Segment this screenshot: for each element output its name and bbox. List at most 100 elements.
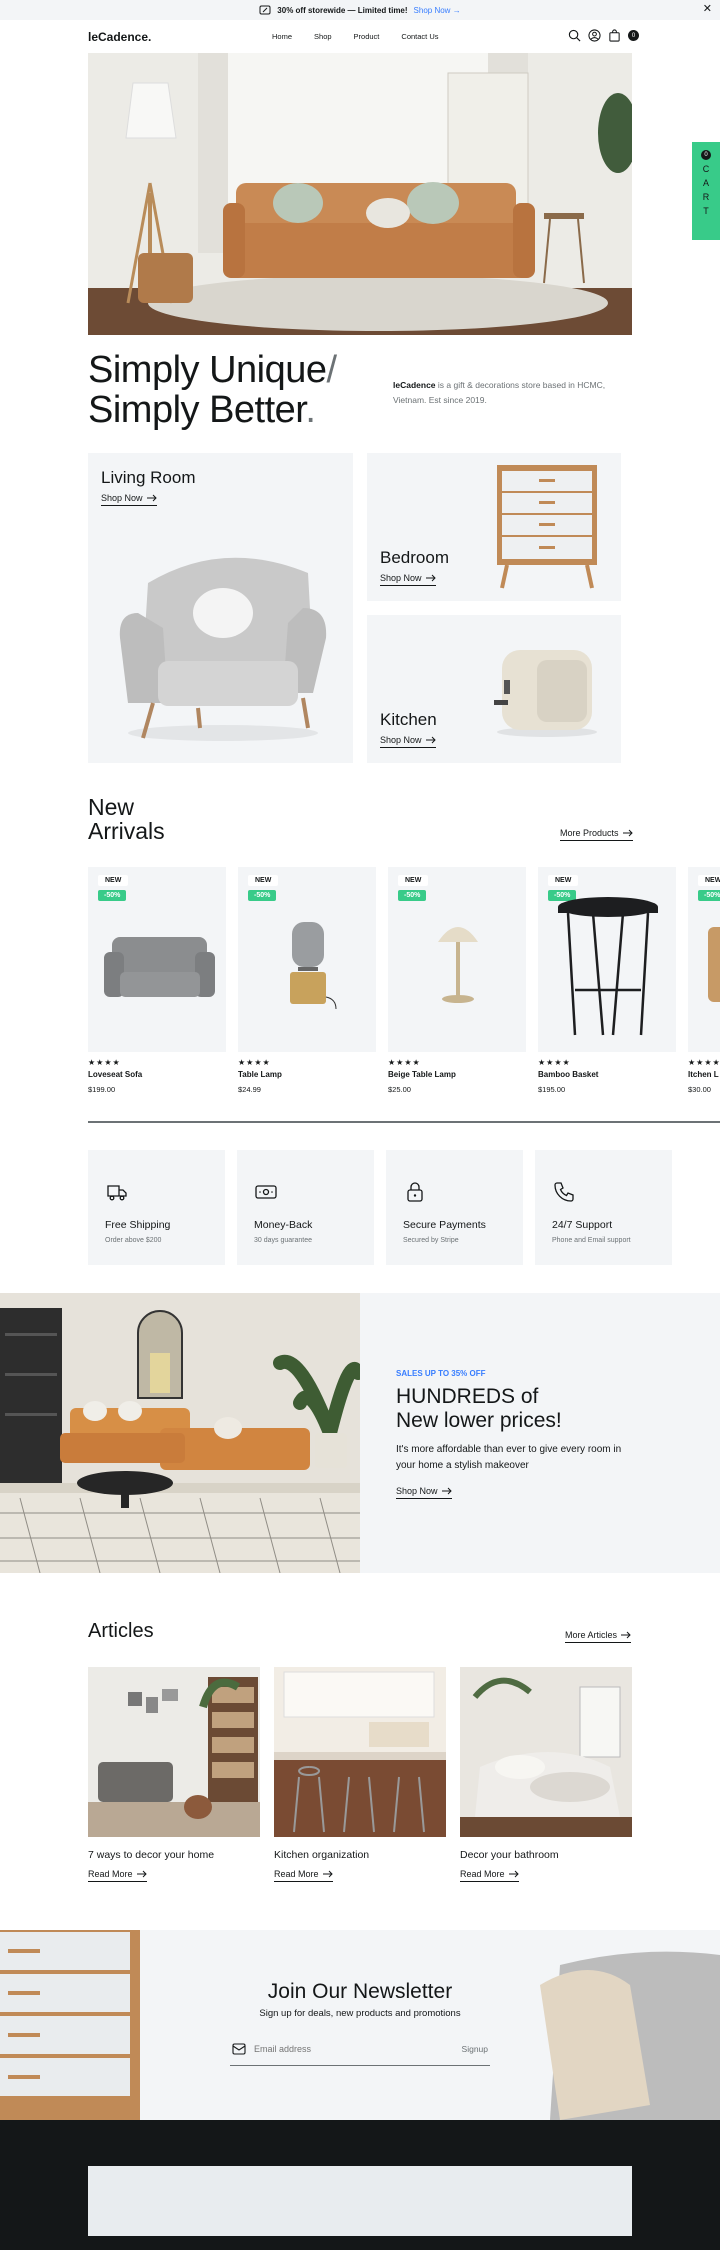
promo-shop-link[interactable]: Shop Now — [396, 1486, 452, 1499]
product-price: $24.99 — [238, 1085, 261, 1094]
category-title: Kitchen — [380, 710, 437, 729]
product-image: NEW -50% — [538, 867, 676, 1052]
product-name[interactable]: Loveseat Sofa — [88, 1070, 226, 1079]
headline-line-1: Simply Unique — [88, 349, 327, 391]
mail-icon — [232, 2043, 246, 2055]
read-more-link[interactable]: Read More — [460, 1869, 519, 1882]
more-products-link[interactable]: More Products — [560, 828, 633, 841]
promo-bar: 30% off storewide — Limited time! Shop N… — [0, 0, 720, 20]
feature-sub: Order above $200 — [105, 1237, 162, 1244]
rating-stars: ★★★★ — [688, 1058, 720, 1067]
feature-money-back: Money-Back 30 days guarantee — [237, 1150, 374, 1265]
article-image — [88, 1667, 260, 1837]
product-price: $30.00 — [688, 1085, 711, 1094]
read-more-link[interactable]: Read More — [274, 1869, 333, 1882]
article-title[interactable]: 7 ways to decor your home — [88, 1849, 260, 1861]
article-card[interactable]: Kitchen organization Read More — [274, 1667, 446, 1882]
nav-home[interactable]: Home — [272, 32, 292, 41]
feature-title: Free Shipping — [105, 1219, 171, 1231]
articles-title: Articles — [88, 1620, 154, 1642]
headline-dot: . — [305, 389, 316, 431]
nav-shop[interactable]: Shop — [314, 32, 332, 41]
new-badge: NEW — [98, 875, 129, 886]
headline-line-2: Simply Better — [88, 389, 306, 431]
product-card[interactable]: NEW -50% ★★★★ Table Lamp $24.99 — [238, 867, 376, 1094]
nav-product[interactable]: Product — [354, 32, 380, 41]
category-kitchen[interactable]: Kitchen Shop Now — [367, 615, 621, 763]
feature-sub: 30 days guarantee — [254, 1237, 312, 1244]
category-living-room[interactable]: Living Room Shop Now — [88, 453, 353, 763]
promo-description: It's more affordable than ever to give e… — [396, 1444, 622, 1471]
product-name[interactable]: Bamboo Basket — [538, 1070, 676, 1079]
discount-badge: -50% — [698, 890, 720, 901]
nav-contact[interactable]: Contact Us — [401, 32, 438, 41]
side-cart-letter: R — [702, 192, 710, 202]
product-name[interactable]: Beige Table Lamp — [388, 1070, 526, 1079]
chair-blanket-image — [540, 1951, 720, 2120]
new-badge: NEW — [698, 875, 720, 886]
arrivals-title-2: Arrivals — [88, 818, 165, 844]
feature-free-shipping: Free Shipping Order above $200 — [88, 1150, 225, 1265]
feature-title: 24/7 Support — [552, 1219, 613, 1231]
promo-banner-image — [0, 1293, 360, 1573]
discount-badge: -50% — [398, 890, 427, 901]
drawer-image — [0, 1930, 140, 2120]
product-card[interactable]: NEW -50% ★★★★ Bamboo Basket $195.00 — [538, 867, 676, 1094]
product-name[interactable]: Table Lamp — [238, 1070, 376, 1079]
product-image: NEW -50% — [688, 867, 720, 1052]
feature-title: Secure Payments — [403, 1219, 486, 1231]
hero-tagline: leCadence is a gift & decorations store … — [393, 378, 633, 408]
product-card[interactable]: NEW -50% ★★★★ Beige Table Lamp $25.00 — [388, 867, 526, 1094]
article-image — [460, 1667, 632, 1837]
rating-stars: ★★★★ — [238, 1058, 271, 1067]
signup-button[interactable]: Signup — [462, 2044, 488, 2054]
arrivals-title: New Arrivals — [88, 795, 165, 843]
user-icon[interactable] — [588, 29, 601, 42]
promo-text: 30% off storewide — Limited time! — [277, 5, 408, 15]
category-shop-link[interactable]: Shop Now — [101, 493, 157, 506]
product-card[interactable]: NEW -50% ★★★★ Itchen L $30.00 — [688, 867, 720, 1094]
newsletter-subtitle: Sign up for deals, new products and prom… — [259, 2008, 461, 2019]
rating-stars: ★★★★ — [538, 1058, 571, 1067]
category-shop-link[interactable]: Shop Now — [380, 573, 436, 586]
read-more-link[interactable]: Read More — [88, 1869, 147, 1882]
side-cart-letter: C — [702, 164, 710, 174]
promo-shop-link[interactable]: Shop Now → — [414, 6, 461, 15]
close-icon[interactable]: ✕ — [703, 4, 712, 15]
product-price: $25.00 — [388, 1085, 411, 1094]
promo-eyebrow: SALES UP TO 35% OFF — [396, 1369, 486, 1378]
article-title[interactable]: Decor your bathroom — [460, 1849, 632, 1861]
carousel-scrollbar[interactable] — [88, 1121, 720, 1123]
newsletter-title: Join Our Newsletter — [267, 1980, 453, 2003]
main-nav: Home Shop Product Contact Us — [272, 32, 461, 41]
category-shop-link[interactable]: Shop Now — [380, 735, 436, 748]
lock-icon — [407, 1182, 423, 1202]
hero-headline: Simply Unique/ Simply Better. — [88, 350, 337, 430]
truck-icon — [107, 1185, 127, 1201]
article-card[interactable]: 7 ways to decor your home Read More — [88, 1667, 260, 1882]
new-badge: NEW — [248, 875, 279, 886]
arrivals-title-1: New — [88, 794, 135, 820]
logo[interactable]: leCadence. — [88, 30, 151, 44]
discount-badge: -50% — [98, 890, 127, 901]
article-card[interactable]: Decor your bathroom Read More — [460, 1667, 632, 1882]
article-title[interactable]: Kitchen organization — [274, 1849, 446, 1861]
more-articles-link[interactable]: More Articles — [565, 1630, 632, 1643]
footer-panel — [88, 2166, 632, 2236]
cart-count[interactable]: 0 — [628, 30, 639, 41]
new-badge: NEW — [398, 875, 429, 886]
brand-name: leCadence — [393, 380, 436, 390]
bag-icon[interactable] — [608, 29, 621, 42]
side-cart-tab[interactable]: 0 C A R T — [692, 142, 720, 240]
category-bedroom[interactable]: Bedroom Shop Now — [367, 453, 621, 601]
side-cart-letter: A — [702, 178, 709, 188]
search-icon[interactable] — [568, 29, 581, 42]
product-name[interactable]: Itchen L — [688, 1070, 720, 1079]
rating-stars: ★★★★ — [388, 1058, 421, 1067]
new-badge: NEW — [548, 875, 579, 886]
newsletter-form: Signup — [230, 2033, 490, 2066]
product-card[interactable]: NEW -50% ★★★★ Loveseat Sofa $199.00 — [88, 867, 226, 1094]
email-input[interactable] — [254, 2044, 454, 2054]
promo-title-2: New lower prices! — [396, 1409, 562, 1432]
money-icon — [255, 1185, 277, 1199]
